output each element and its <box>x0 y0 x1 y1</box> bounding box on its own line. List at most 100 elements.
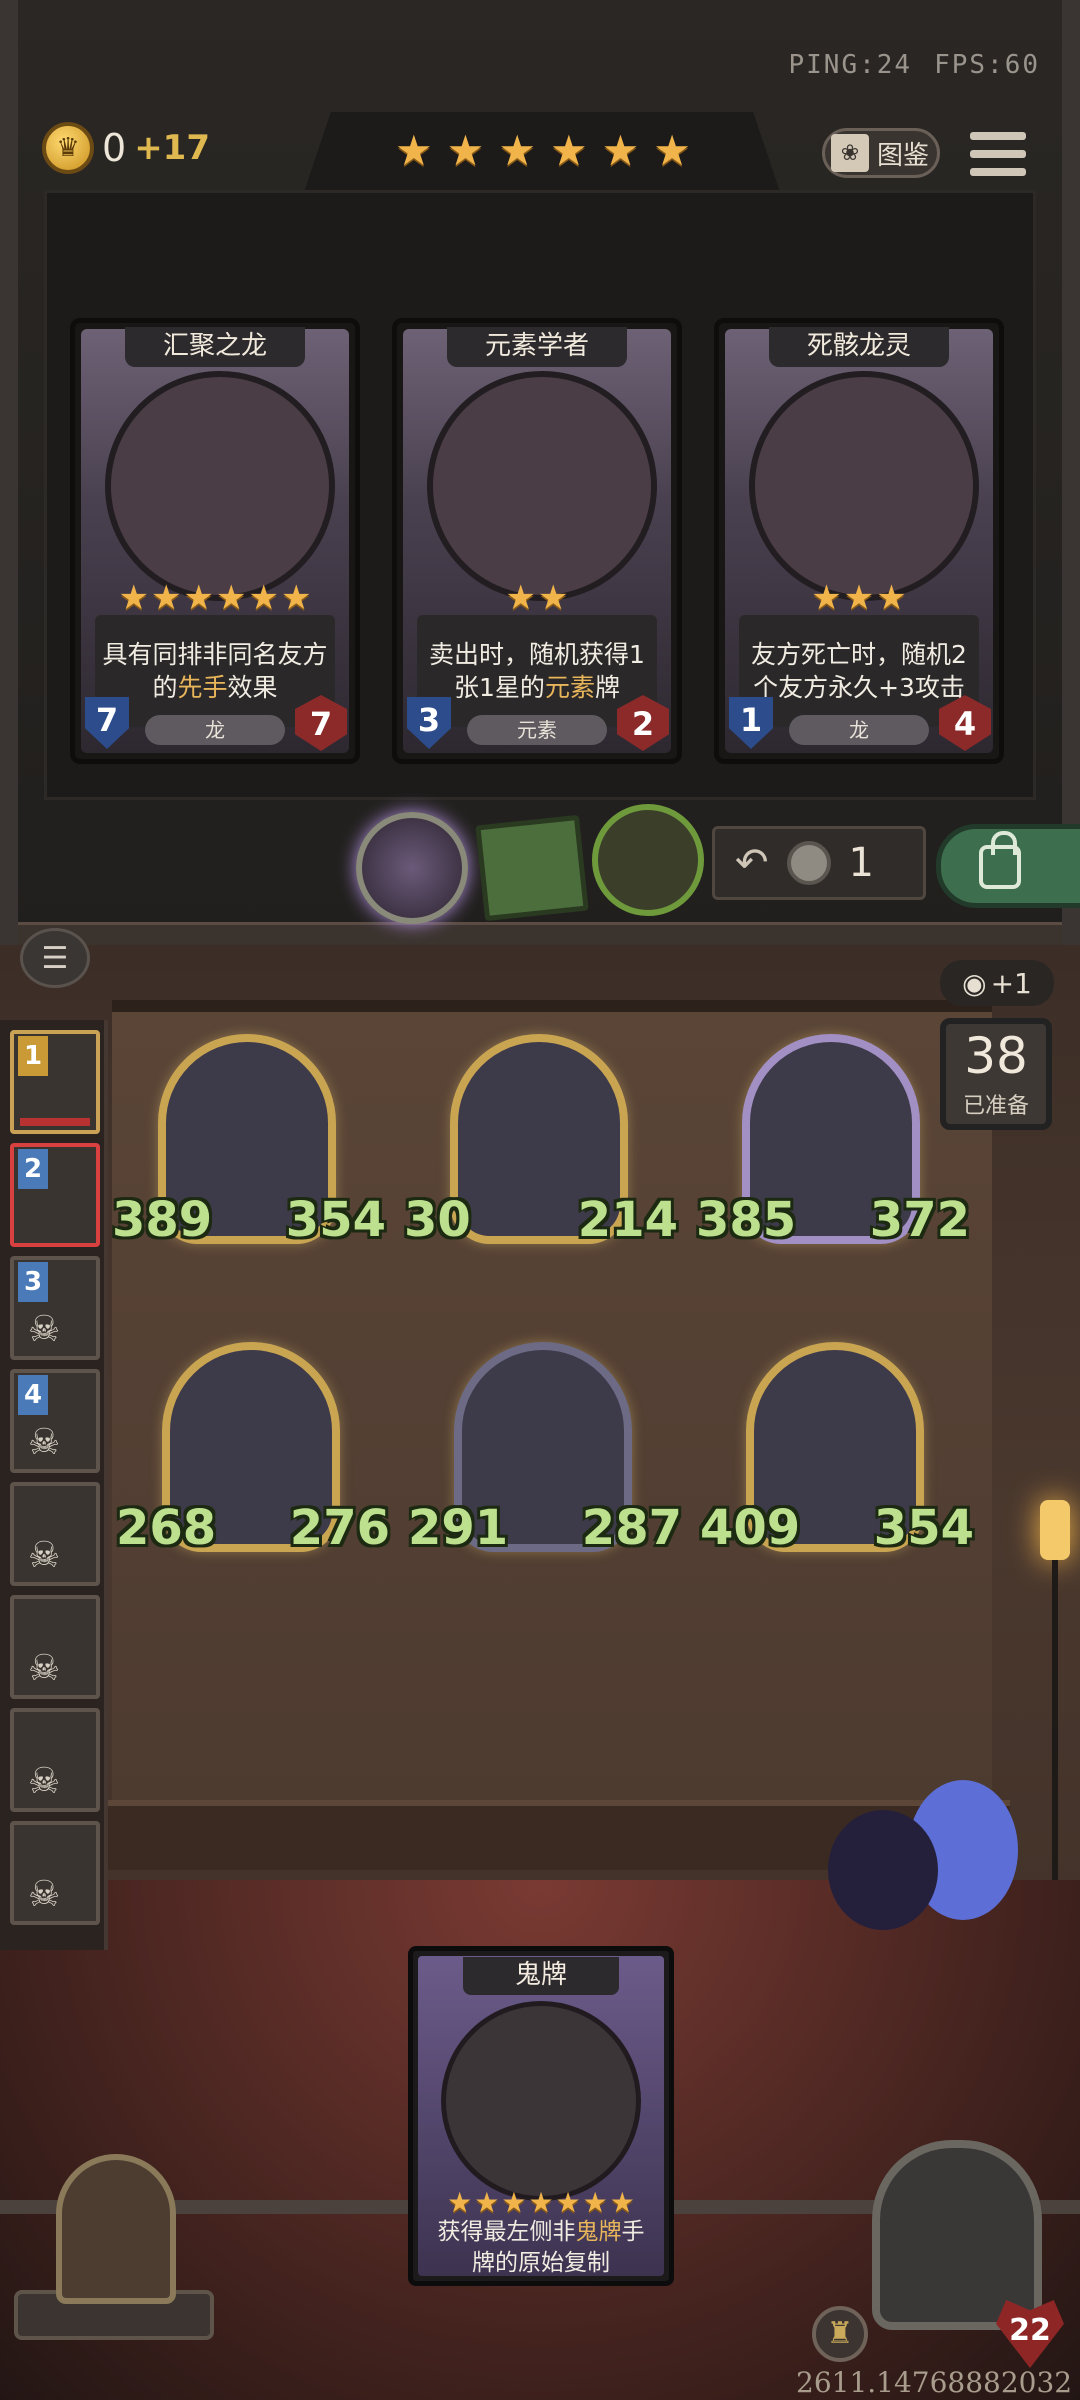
pocket-watch-trinket[interactable] <box>356 812 468 924</box>
star-icon: ★ <box>447 2186 473 2219</box>
hero-power-button[interactable]: ♜ <box>812 2306 868 2362</box>
hand-card-name: 鬼牌 <box>463 1957 619 1995</box>
star-icon: ★ <box>555 2186 581 2219</box>
star-icon: ★ <box>183 578 214 618</box>
opponent-portrait[interactable] <box>56 2154 176 2304</box>
minion-attack: 30 <box>404 1192 471 1248</box>
hand-card-portrait <box>441 2001 641 2201</box>
chat-button[interactable]: ☰ <box>20 928 90 988</box>
opponent-rank: 2 <box>18 1149 48 1189</box>
opponent-rank: 4 <box>18 1375 48 1415</box>
star-icon: ★ <box>528 2186 554 2219</box>
star-icon: ★ <box>216 578 247 618</box>
opponent-slot[interactable]: ☠ <box>10 1595 100 1699</box>
board-minion[interactable]: 385 372 <box>696 1034 970 1254</box>
star-icon: ★ <box>498 126 536 175</box>
shop-card[interactable]: 汇聚之龙 ★ ★ ★ ★ ★ ★ 具有同排非同名友方的先手效果 7 龙 7 <box>70 318 360 764</box>
hand-card[interactable]: 鬼牌 ★ ★ ★ ★ ★ ★ ★ 获得最左侧非鬼牌手牌的原始复制 <box>408 1946 674 2286</box>
gold-display: ♛ 0 +17 <box>42 122 210 174</box>
card-tribe: 龙 <box>145 715 285 745</box>
minion-attack: 291 <box>408 1500 509 1556</box>
star-icon: ★ <box>601 126 640 175</box>
skull-icon: ☠ <box>28 1874 61 1915</box>
rat-trinket[interactable] <box>592 804 704 916</box>
opponent-slot[interactable]: 3 ☠ <box>10 1256 100 1360</box>
star-icon: ★ <box>876 578 907 618</box>
skull-icon: ☠ <box>28 1761 61 1802</box>
star-icon: ★ <box>280 578 312 618</box>
gold-amount: 0 <box>102 126 127 170</box>
star-icon: ★ <box>118 578 150 618</box>
board-minion[interactable]: 291 287 <box>408 1342 682 1562</box>
board-minion[interactable]: 268 276 <box>116 1342 390 1562</box>
fps-text: FPS:60 <box>934 50 1040 80</box>
card-portrait <box>749 371 979 601</box>
minion-attack: 385 <box>696 1192 797 1248</box>
star-icon: ★ <box>609 2186 635 2219</box>
fox-mascot <box>818 1770 1018 1970</box>
star-icon: ★ <box>248 578 279 618</box>
minion-health: 354 <box>873 1500 974 1556</box>
card-name: 汇聚之龙 <box>125 327 305 367</box>
shop-card[interactable]: 死骸龙灵 ★ ★ ★ 友方死亡时，随机2个友方永久+3攻击 1 龙 4 <box>714 318 1004 764</box>
star-icon: ★ <box>505 578 536 618</box>
menu-button[interactable] <box>970 128 1026 180</box>
ready-count: 38 <box>964 1027 1028 1085</box>
opponent-slot[interactable]: 4 ☠ <box>10 1369 100 1473</box>
star-icon: ★ <box>474 2186 500 2219</box>
minion-health: 354 <box>285 1192 386 1248</box>
opponent-slot[interactable]: ☠ <box>10 1482 100 1586</box>
board-minion[interactable]: 409 354 <box>700 1342 974 1562</box>
shop-card[interactable]: 元素学者 ★ ★ 卖出时，随机获得1张1星的元素牌 3 元素 2 <box>392 318 682 764</box>
menu-icon <box>970 132 1026 140</box>
hero-portrait[interactable] <box>872 2140 1042 2330</box>
star-icon: ★ <box>582 2186 608 2219</box>
opponent-rank: 1 <box>18 1036 48 1076</box>
skull-icon: ☠ <box>28 1535 61 1576</box>
torch-icon: ♜ <box>826 2316 854 2351</box>
refresh-button[interactable]: ↶ 1 <box>712 826 926 900</box>
card-tribe: 元素 <box>467 715 607 745</box>
health-bar <box>20 1118 90 1126</box>
network-status: PING:24 FPS:60 <box>767 50 1041 80</box>
board-minion[interactable]: 389 354 <box>112 1034 386 1254</box>
coin-icon <box>786 841 831 885</box>
ready-label: 已准备 <box>962 1094 1029 1119</box>
player-id: 2611.14768882032 <box>796 2366 1073 2399</box>
card-stars: ★ ★ <box>397 581 677 615</box>
ready-counter: 38 已准备 <box>940 1018 1052 1130</box>
board-minion[interactable]: 30 214 <box>404 1034 678 1254</box>
card-name: 死骸龙灵 <box>769 327 949 367</box>
refresh-cost: 1 <box>848 840 874 886</box>
skull-icon: ☠ <box>28 1309 61 1350</box>
hand-card-desc: 获得最左侧非鬼牌手牌的原始复制 <box>437 2219 645 2276</box>
opponent-slot[interactable]: ☠ <box>10 1708 100 1812</box>
view-bonus: ◉ +1 <box>940 960 1054 1006</box>
lock-icon <box>979 831 1021 889</box>
star-icon: ★ <box>446 126 485 175</box>
opponent-slot[interactable]: ☠ <box>10 1821 100 1925</box>
star-icon: ★ <box>843 578 875 618</box>
spell-book[interactable] <box>475 814 589 922</box>
coin-icon: ♛ <box>42 122 94 174</box>
card-stars: ★ ★ ★ <box>719 581 999 615</box>
ping-text: PING:24 <box>788 50 913 80</box>
opponent-slot[interactable]: 1 <box>10 1030 100 1134</box>
star-icon: ★ <box>653 126 691 175</box>
minion-health: 372 <box>869 1192 970 1248</box>
codex-button[interactable]: ❀ 图鉴 <box>822 128 940 178</box>
chat-icon: ☰ <box>41 940 69 976</box>
opponent-slot[interactable]: 2 <box>10 1143 100 1247</box>
card-portrait <box>105 371 335 601</box>
minion-health: 214 <box>577 1192 678 1248</box>
minion-attack: 409 <box>700 1500 801 1556</box>
skull-icon: ☠ <box>28 1422 61 1463</box>
refresh-icon: ↶ <box>735 840 769 886</box>
minion-health: 287 <box>581 1500 682 1556</box>
star-icon: ★ <box>395 126 433 175</box>
eye-icon: ◉ <box>962 966 987 1000</box>
minion-attack: 268 <box>116 1500 217 1556</box>
hand-card-stars: ★ ★ ★ ★ ★ ★ ★ <box>413 2189 669 2217</box>
card-stars: ★ ★ ★ ★ ★ ★ <box>75 581 355 615</box>
lock-shop-button[interactable] <box>936 824 1080 908</box>
